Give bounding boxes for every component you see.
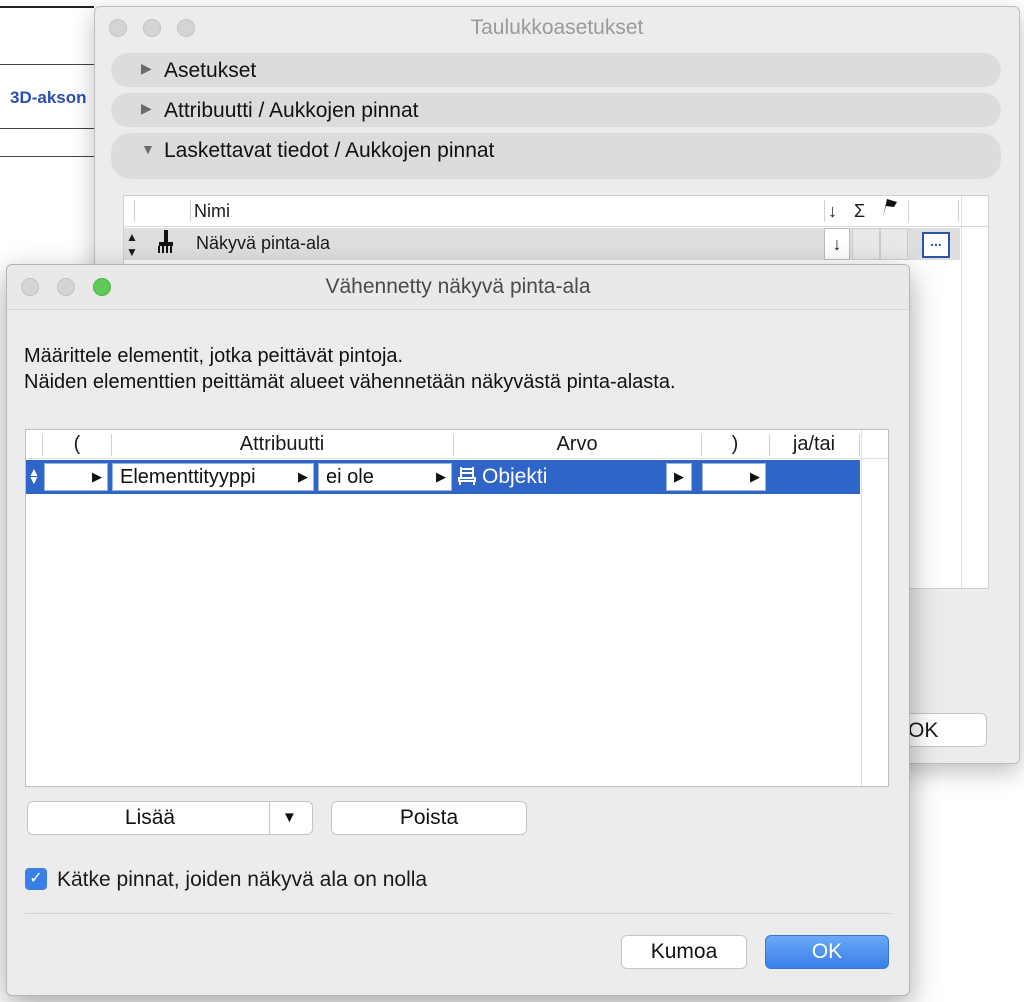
column-divider xyxy=(908,200,909,222)
close-icon[interactable] xyxy=(109,19,127,37)
column-divider xyxy=(42,434,43,456)
criteria-row[interactable]: ▲ ▼ ▶ Elementtityyppi ▶ ei ole ▶ Objekti … xyxy=(26,460,860,494)
row-name: Näkyvä pinta-ala xyxy=(196,233,331,253)
section-asetukset[interactable]: ▶ Asetukset xyxy=(111,53,1001,87)
hide-zero-checkbox[interactable]: ✓ xyxy=(25,868,47,890)
description-line-1: Määrittele elementit, jotka peittävät pi… xyxy=(24,345,404,367)
bg-line-4 xyxy=(0,156,94,157)
chevron-down-icon: ▼ xyxy=(282,809,297,826)
table-row[interactable]: ▲ ▼ Näkyvä pinta-ala ↓ ... xyxy=(124,228,960,260)
operator-popup[interactable]: ei ole ▶ xyxy=(318,463,452,491)
bg-line-3 xyxy=(0,128,94,129)
column-divider xyxy=(859,434,860,456)
add-button[interactable]: Lisää ▼ xyxy=(27,801,313,835)
column-divider xyxy=(134,200,135,222)
reorder-handle-icon[interactable]: ▲ ▼ xyxy=(126,230,138,260)
section-label: Attribuutti / Aukkojen pinnat xyxy=(164,99,419,122)
criteria-scrollbar[interactable] xyxy=(861,430,888,786)
column-header-name[interactable]: Nimi xyxy=(194,196,230,226)
disclosure-right-icon[interactable]: ▶ xyxy=(141,60,152,77)
background-tab-label[interactable]: 3D-akson xyxy=(10,88,87,108)
back-window-title: Taulukkoasetukset xyxy=(470,16,644,39)
popup-arrow-icon: ▶ xyxy=(436,469,446,484)
criteria-table-header: ( Attribuutti Arvo ) ja/tai xyxy=(26,430,888,459)
chair-icon xyxy=(458,463,476,485)
disclosure-right-icon[interactable]: ▶ xyxy=(141,100,152,117)
cancel-button[interactable]: Kumoa xyxy=(621,935,747,969)
popup-arrow-icon: ▶ xyxy=(298,469,308,484)
paint-brush-icon xyxy=(156,228,176,258)
close-icon[interactable] xyxy=(21,278,39,296)
popup-arrow-icon: ▶ xyxy=(674,469,684,484)
dialog-title: Vähennetty näkyvä pinta-ala xyxy=(325,275,591,298)
open-paren-popup[interactable]: ▶ xyxy=(44,463,108,491)
section-label: Asetukset xyxy=(164,59,257,82)
dialog-description: Määrittele elementit, jotka peittävät pi… xyxy=(24,343,676,395)
sum-header-icon[interactable]: Σ xyxy=(854,196,865,226)
value-cell[interactable]: Objekti xyxy=(458,460,547,494)
column-divider xyxy=(190,200,191,222)
operator-value: ei ole xyxy=(326,466,374,488)
column-header-value[interactable]: Arvo xyxy=(454,430,700,458)
criteria-table: ( Attribuutti Arvo ) ja/tai ▲ ▼ ▶ Element… xyxy=(25,429,889,787)
value-popup-arrow[interactable]: ▶ xyxy=(666,463,692,491)
dialog-titlebar: Vähennetty näkyvä pinta-ala xyxy=(7,265,909,310)
table-scrollbar[interactable] xyxy=(961,196,988,588)
column-header-close-paren[interactable]: ) xyxy=(702,430,768,458)
reduced-visible-area-dialog: Vähennetty näkyvä pinta-ala Määrittele e… xyxy=(6,264,910,996)
bg-line-2 xyxy=(0,64,94,65)
disclosure-down-icon[interactable]: ▼ xyxy=(141,141,155,157)
column-header-open-paren[interactable]: ( xyxy=(44,430,110,458)
divider xyxy=(25,913,891,914)
value-text: Objekti xyxy=(482,465,548,488)
zoom-icon[interactable] xyxy=(93,278,111,296)
bg-line-1 xyxy=(0,6,94,8)
more-options-button[interactable]: ... xyxy=(922,232,950,258)
minimize-icon[interactable] xyxy=(143,19,161,37)
row-stepper-icon[interactable]: ▲ ▼ xyxy=(28,466,40,486)
flag-toggle[interactable] xyxy=(880,228,908,260)
minimize-icon[interactable] xyxy=(57,278,75,296)
add-menu-button[interactable]: ▼ xyxy=(269,802,312,834)
ok-button[interactable]: OK xyxy=(765,935,889,969)
popup-arrow-icon: ▶ xyxy=(750,469,760,484)
remove-button[interactable]: Poista xyxy=(331,801,527,835)
back-window-titlebar: Taulukkoasetukset xyxy=(95,7,1019,49)
column-header-and-or[interactable]: ja/tai xyxy=(770,430,858,458)
column-header-attribute[interactable]: Attribuutti xyxy=(112,430,452,458)
add-button-label: Lisää xyxy=(124,806,176,829)
close-paren-popup[interactable]: ▶ xyxy=(702,463,766,491)
attribute-value: Elementtityyppi xyxy=(120,466,256,488)
description-line-2: Näiden elementtien peittämät alueet vähe… xyxy=(24,371,676,393)
table-header: Nimi ↓ Σ xyxy=(124,196,988,227)
zoom-icon[interactable] xyxy=(177,19,195,37)
section-attribuutti[interactable]: ▶ Attribuutti / Aukkojen pinnat xyxy=(111,93,1001,127)
column-divider xyxy=(824,200,825,222)
section-label: Laskettavat tiedot / Aukkojen pinnat xyxy=(164,139,495,162)
sort-header-icon[interactable]: ↓ xyxy=(828,196,837,226)
hide-zero-label: Kätke pinnat, joiden näkyvä ala on nolla xyxy=(57,868,428,891)
sum-toggle[interactable] xyxy=(852,228,880,260)
section-laskettavat-tiedot[interactable]: ▼ Laskettavat tiedot / Aukkojen pinnat xyxy=(111,133,1001,179)
flag-icon[interactable] xyxy=(880,196,900,226)
popup-arrow-icon: ▶ xyxy=(92,469,102,484)
column-divider xyxy=(958,200,959,222)
sort-toggle[interactable]: ↓ xyxy=(824,228,850,260)
attribute-popup[interactable]: Elementtityyppi ▶ xyxy=(112,463,314,491)
